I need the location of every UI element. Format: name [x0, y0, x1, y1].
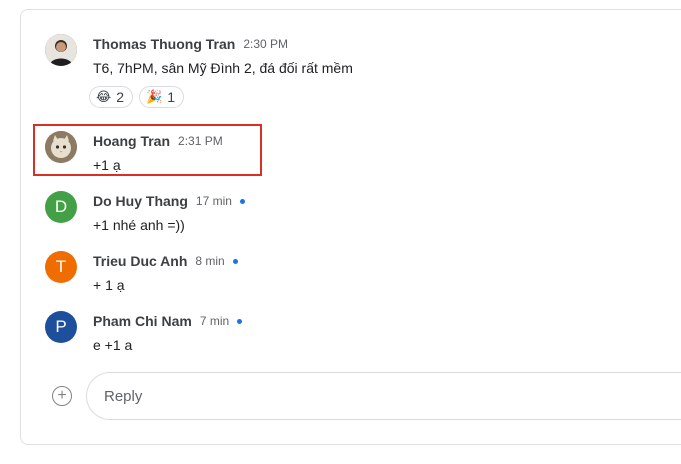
- timestamp: 7 min: [199, 314, 230, 328]
- laughing-emoji-icon: 😂: [96, 89, 112, 104]
- person-photo-icon: [45, 34, 77, 66]
- reaction-count: 1: [167, 89, 175, 105]
- reactions-bar: 😂 2 🎉 1: [89, 86, 184, 108]
- reply-input[interactable]: Reply: [86, 372, 681, 420]
- avatar[interactable]: P: [45, 311, 77, 343]
- message-header: Do Huy Thang 17 min: [93, 193, 245, 209]
- avatar[interactable]: T: [45, 251, 77, 283]
- author-name[interactable]: Pham Chi Nam: [93, 313, 192, 329]
- author-name[interactable]: Trieu Duc Anh: [93, 253, 187, 269]
- message-header: Trieu Duc Anh 8 min: [93, 253, 238, 269]
- message-text: +1 nhé anh =)): [93, 217, 185, 233]
- author-name[interactable]: Do Huy Thang: [93, 193, 188, 209]
- avatar[interactable]: [45, 34, 77, 66]
- author-name[interactable]: Thomas Thuong Tran: [93, 36, 235, 52]
- reaction-chip-laugh[interactable]: 😂 2: [89, 86, 133, 108]
- avatar-letter: T: [55, 257, 67, 276]
- selection-highlight-box: [33, 124, 262, 176]
- unread-dot-icon: [232, 258, 238, 264]
- timestamp: 2:30 PM: [243, 37, 289, 51]
- message-header: Thomas Thuong Tran 2:30 PM: [93, 36, 288, 52]
- message-header: Pham Chi Nam 7 min: [93, 313, 243, 329]
- message-text: + 1 ạ: [93, 277, 125, 293]
- avatar[interactable]: D: [45, 191, 77, 223]
- reaction-chip-party[interactable]: 🎉 1: [139, 86, 184, 108]
- reply-placeholder: Reply: [104, 387, 143, 405]
- party-popper-emoji-icon: 🎉: [146, 89, 163, 104]
- plus-circle-icon[interactable]: +: [52, 386, 72, 406]
- unread-dot-icon: [237, 318, 243, 324]
- reaction-count: 2: [116, 89, 124, 105]
- avatar-letter: P: [55, 317, 67, 336]
- timestamp: 8 min: [195, 254, 225, 268]
- avatar-letter: D: [54, 197, 68, 216]
- unread-dot-icon: [239, 198, 245, 204]
- message-text: T6, 7hPM, sân Mỹ Đình 2, đá đối rất mềm: [93, 60, 353, 76]
- message-text: e +1 a: [93, 337, 133, 353]
- timestamp: 17 min: [195, 194, 232, 208]
